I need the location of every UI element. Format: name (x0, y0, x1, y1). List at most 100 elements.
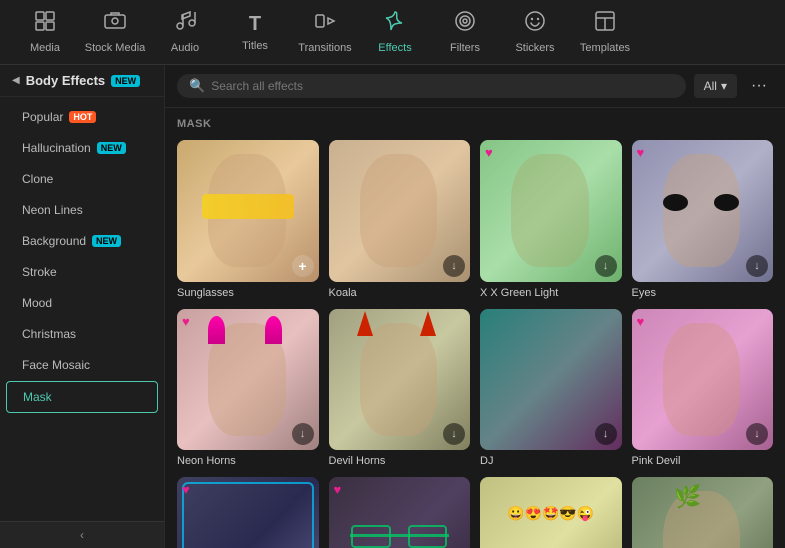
body-layout: ◀ Body Effects NEW Popular HOT Hallucina… (0, 65, 785, 548)
nav-stickers[interactable]: Stickers (500, 2, 570, 62)
effect-thumb-emojis: 😀😍🤩😎😜 ↓ (480, 477, 622, 548)
sidebar-item-mask[interactable]: Mask (6, 381, 158, 413)
download-icon[interactable]: ↓ (292, 423, 314, 445)
nav-filters[interactable]: Filters (430, 2, 500, 62)
nav-audio-label: Audio (171, 42, 199, 54)
sidebar-title: Body Effects (26, 73, 105, 88)
nav-effects-label: Effects (378, 42, 411, 54)
sidebar-collapse-arrow[interactable]: ◀ (12, 75, 20, 86)
effect-thumb-koala: ↓ (329, 140, 471, 282)
effect-card-sunglasses[interactable]: + Sunglasses (177, 140, 319, 299)
popular-hot-badge: HOT (69, 111, 96, 123)
sidebar-popular-label: Popular (22, 110, 63, 124)
download-icon[interactable]: ↓ (746, 423, 768, 445)
sidebar-christmas-label: Christmas (22, 327, 76, 341)
effects-area: MASK + Sunglasses ↓ (165, 108, 785, 548)
effect-thumb-neon-horns: ♥ ↓ (177, 309, 319, 451)
sidebar-clone-label: Clone (22, 172, 53, 186)
sidebar-item-mood[interactable]: Mood (6, 288, 158, 318)
sidebar-collapse-button[interactable]: ‹ (0, 521, 164, 548)
more-options-button[interactable]: ··· (745, 73, 773, 99)
effect-card-devil-horns[interactable]: ↓ Devil Horns (329, 309, 471, 468)
sidebar-hallucination-label: Hallucination (22, 141, 91, 155)
nav-transitions-label: Transitions (298, 42, 351, 54)
sidebar-facemosaic-label: Face Mosaic (22, 358, 90, 372)
sidebar-mood-label: Mood (22, 296, 52, 310)
nav-media-label: Media (30, 42, 60, 54)
fav-icon: ♥ (637, 145, 645, 160)
effect-name-devil-horns: Devil Horns (329, 455, 471, 467)
effect-card-pink-devil[interactable]: ♥ ↓ Pink Devil (632, 309, 774, 468)
hallucination-new-badge: NEW (97, 142, 126, 154)
effect-card-hud-glasses[interactable]: ♥ ↓ Hud Glasses (329, 477, 471, 548)
sidebar-item-stroke[interactable]: Stroke (6, 257, 158, 287)
effect-thumb-devil-horns: ↓ (329, 309, 471, 451)
fav-icon: ♥ (182, 482, 190, 497)
fav-icon: ♥ (334, 482, 342, 497)
effect-card-koala[interactable]: ↓ Koala (329, 140, 471, 299)
main-content: 🔍 All ▾ ··· MASK + (165, 65, 785, 548)
left-sidebar: ◀ Body Effects NEW Popular HOT Hallucina… (0, 65, 165, 548)
search-icon: 🔍 (189, 78, 205, 94)
titles-icon: T (249, 13, 261, 36)
fairy-crown-icon: 🌿 (674, 484, 701, 510)
add-icon[interactable]: + (292, 255, 314, 277)
filter-button[interactable]: All ▾ (694, 74, 737, 98)
sidebar-new-badge: NEW (111, 75, 140, 87)
nav-titles[interactable]: T Titles (220, 2, 290, 62)
effect-card-dj[interactable]: ↓ DJ (480, 309, 622, 468)
sidebar-menu: Popular HOT Hallucination NEW Clone Neon… (0, 97, 164, 521)
nav-stock-label: Stock Media (85, 42, 146, 54)
fav-icon: ♥ (637, 314, 645, 329)
sidebar-mask-label: Mask (23, 390, 52, 404)
sidebar-item-popular[interactable]: Popular HOT (6, 102, 158, 132)
effect-name-xx-green-light: X X Green Light (480, 287, 622, 299)
nav-templates-label: Templates (580, 42, 630, 54)
background-new-badge: NEW (92, 235, 121, 247)
sidebar-item-clone[interactable]: Clone (6, 164, 158, 194)
download-icon[interactable]: ↓ (595, 423, 617, 445)
effect-thumb-dj: ↓ (480, 309, 622, 451)
effects-icon (384, 10, 406, 38)
sidebar-item-neon-lines[interactable]: Neon Lines (6, 195, 158, 225)
effect-thumb-hud-glasses: ♥ ↓ (329, 477, 471, 548)
fav-icon: ♥ (182, 314, 190, 329)
search-input-wrap[interactable]: 🔍 (177, 74, 686, 98)
effect-name-eyes: Eyes (632, 287, 774, 299)
nav-titles-label: Titles (242, 40, 268, 52)
effect-thumb-pink-devil: ♥ ↓ (632, 309, 774, 451)
effect-card-eyes[interactable]: ♥ ↓ Eyes (632, 140, 774, 299)
sidebar-item-christmas[interactable]: Christmas (6, 319, 158, 349)
templates-icon (594, 10, 616, 38)
section-label: MASK (177, 118, 773, 130)
sidebar-item-face-mosaic[interactable]: Face Mosaic (6, 350, 158, 380)
sidebar-item-background[interactable]: Background NEW (6, 226, 158, 256)
nav-transitions[interactable]: Transitions (290, 2, 360, 62)
download-icon[interactable]: ↓ (746, 255, 768, 277)
effect-name-koala: Koala (329, 287, 471, 299)
effect-thumb-sunglasses: + (177, 140, 319, 282)
effect-card-neon-horns[interactable]: ♥ ↓ Neon Horns (177, 309, 319, 468)
nav-media[interactable]: Media (10, 2, 80, 62)
search-input[interactable] (211, 79, 673, 93)
download-icon[interactable]: ↓ (443, 423, 465, 445)
more-icon: ··· (751, 77, 767, 94)
nav-stock-media[interactable]: Stock Media (80, 2, 150, 62)
sidebar-item-hallucination[interactable]: Hallucination NEW (6, 133, 158, 163)
effect-thumb-xx-green-light: ♥ ↓ (480, 140, 622, 282)
effects-grid: + Sunglasses ↓ Koala (177, 140, 773, 548)
effect-card-xx-green-light[interactable]: ♥ ↓ X X Green Light (480, 140, 622, 299)
nav-templates[interactable]: Templates (570, 2, 640, 62)
download-icon[interactable]: ↓ (443, 255, 465, 277)
download-icon[interactable]: ↓ (595, 255, 617, 277)
filter-label: All (704, 79, 717, 93)
effect-card-emojis[interactable]: 😀😍🤩😎😜 ↓ Emojis (480, 477, 622, 548)
nav-audio[interactable]: Audio (150, 2, 220, 62)
chevron-down-icon: ▾ (721, 79, 727, 93)
effect-card-hud-mask[interactable]: ♥ ↓ Hud Mask (177, 477, 319, 548)
effect-card-fairy[interactable]: 🌿 ↓ Fairy (632, 477, 774, 548)
nav-effects[interactable]: Effects (360, 2, 430, 62)
sidebar-neonlines-label: Neon Lines (22, 203, 83, 217)
stock-media-icon (104, 10, 126, 38)
effect-thumb-hud-mask: ♥ ↓ (177, 477, 319, 548)
